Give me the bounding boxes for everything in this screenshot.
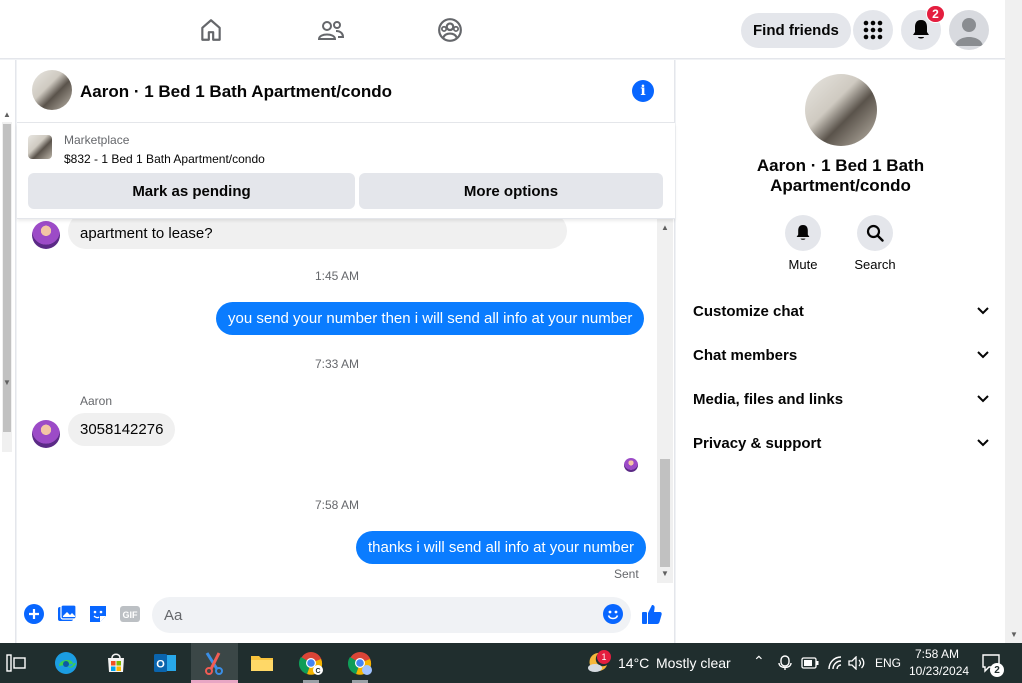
volume-icon[interactable]	[847, 651, 867, 675]
section-media-files-links[interactable]: Media, files and links	[693, 384, 989, 414]
marketplace-label: Marketplace	[64, 133, 130, 147]
message-timestamp: 1:45 AM	[315, 269, 360, 283]
search-label: Search	[854, 257, 896, 272]
menu-grid-icon[interactable]	[853, 10, 893, 50]
section-label: Customize chat	[693, 302, 804, 320]
info-icon[interactable]: i	[632, 80, 654, 102]
microsoft-store-icon[interactable]	[104, 651, 128, 675]
info-title: Aaron · 1 Bed 1 Bath Apartment/condo	[676, 156, 1005, 196]
wifi-icon[interactable]	[825, 651, 845, 675]
friends-icon[interactable]	[316, 15, 346, 45]
mute-label: Mute	[788, 257, 818, 272]
search-button[interactable]: Search	[845, 215, 905, 272]
section-chat-members[interactable]: Chat members	[693, 340, 989, 370]
plus-icon[interactable]	[23, 603, 45, 625]
marketplace-thumbnail	[28, 135, 52, 159]
chrome-icon[interactable]: C	[299, 651, 323, 675]
svg-text:C: C	[315, 668, 320, 675]
search-icon	[857, 215, 893, 251]
like-thumb-icon[interactable]	[641, 603, 663, 625]
sender-avatar[interactable]	[32, 221, 60, 249]
top-navigation: Find friends 2	[0, 0, 1005, 59]
outlook-icon[interactable]: O	[153, 651, 177, 675]
clock-time[interactable]: 7:58 AM	[915, 647, 959, 661]
message-timestamp: 7:58 AM	[315, 498, 360, 512]
sticker-icon[interactable]	[87, 603, 109, 625]
windows-taskbar: O C 1 14°C Mostly clear ⌃ ENG 7:58 AM 10…	[0, 643, 1022, 683]
snipping-tool-icon[interactable]	[202, 651, 226, 675]
message-incoming: 3058142276	[68, 413, 176, 446]
groups-icon[interactable]	[435, 15, 465, 45]
more-options-button[interactable]: More options	[359, 173, 663, 209]
message-outgoing: you send your number then i will send al…	[216, 302, 645, 335]
mark-as-pending-button[interactable]: Mark as pending	[28, 173, 355, 209]
mute-button[interactable]: Mute	[773, 215, 833, 272]
notification-center-count: 2	[990, 663, 1004, 677]
chat-panel: Aaron · 1 Bed 1 Bath Apartment/condo i M…	[17, 60, 675, 643]
sender-name: Aaron	[80, 394, 113, 408]
chevron-down-icon	[977, 307, 989, 315]
svg-text:GIF: GIF	[123, 610, 139, 620]
weather-description[interactable]: Mostly clear	[656, 655, 731, 671]
section-privacy-support[interactable]: Privacy & support	[693, 428, 989, 458]
chevron-up-icon[interactable]: ⌃	[753, 653, 765, 670]
marketplace-description[interactable]: $832 - 1 Bed 1 Bath Apartment/condo	[64, 152, 265, 166]
language-indicator[interactable]: ENG	[875, 656, 901, 670]
sender-avatar[interactable]	[32, 420, 60, 448]
listing-image[interactable]	[805, 74, 877, 146]
meet-now-icon[interactable]	[776, 651, 794, 675]
find-friends-button[interactable]: Find friends	[741, 13, 851, 48]
scroll-down-arrow-icon[interactable]: ▼	[1010, 630, 1018, 639]
read-receipt-avatar	[624, 458, 638, 472]
scroll-up-arrow-icon[interactable]: ▲	[3, 110, 11, 119]
chat-info-panel: Aaron · 1 Bed 1 Bath Apartment/condo Mut…	[676, 60, 1005, 643]
chrome-profile-icon[interactable]	[348, 651, 372, 675]
photo-icon[interactable]	[56, 603, 78, 625]
composer: GIF Aa	[17, 593, 675, 643]
bell-icon	[785, 215, 821, 251]
info-title-line1: Aaron · 1 Bed 1 Bath	[756, 156, 925, 175]
weather-badge: 1	[597, 650, 611, 664]
message-input[interactable]: Aa	[152, 597, 631, 633]
scroll-down-arrow-icon[interactable]: ▼	[3, 378, 11, 387]
chevron-down-icon	[977, 395, 989, 403]
scroll-up-arrow-icon[interactable]: ▲	[661, 223, 669, 232]
chevron-down-icon	[977, 439, 989, 447]
message-incoming: apartment to lease?	[68, 219, 567, 249]
clock-date[interactable]: 10/23/2024	[909, 664, 969, 678]
chat-scroll-thumb[interactable]	[660, 459, 670, 567]
section-label: Privacy & support	[693, 434, 822, 452]
section-label: Media, files and links	[693, 390, 844, 408]
weather-temperature[interactable]: 14°C	[618, 655, 649, 671]
notification-badge: 2	[926, 5, 945, 23]
task-view-icon[interactable]	[4, 651, 28, 675]
emoji-icon[interactable]	[602, 603, 624, 625]
scroll-down-arrow-icon[interactable]: ▼	[661, 569, 669, 578]
file-explorer-icon[interactable]	[250, 651, 274, 675]
profile-avatar[interactable]	[949, 10, 989, 50]
message-timestamp: 7:33 AM	[315, 357, 360, 371]
battery-icon[interactable]	[800, 651, 820, 675]
message-outgoing: thanks i will send all info at your numb…	[356, 531, 646, 564]
left-scrollbar[interactable]: ▲ ▼	[0, 60, 16, 643]
edge-browser-icon[interactable]	[54, 651, 78, 675]
info-title-line2: Apartment/condo	[770, 176, 911, 195]
gif-icon[interactable]: GIF	[119, 603, 141, 625]
chat-title[interactable]: Aaron · 1 Bed 1 Bath Apartment/condo	[80, 82, 392, 102]
message-status: Sent	[614, 567, 639, 581]
svg-text:O: O	[156, 659, 165, 671]
chevron-down-icon	[977, 351, 989, 359]
home-icon[interactable]	[196, 15, 226, 45]
chat-scrollbar[interactable]: ▲ ▼	[657, 219, 673, 583]
page-scrollbar[interactable]: ▼	[1005, 0, 1022, 643]
message-list: apartment to lease? 1:45 AM you send you…	[17, 219, 657, 583]
listing-thumbnail[interactable]	[32, 70, 72, 110]
section-label: Chat members	[693, 346, 798, 364]
section-customize-chat[interactable]: Customize chat	[693, 296, 989, 326]
chat-header: Aaron · 1 Bed 1 Bath Apartment/condo i	[17, 60, 675, 123]
